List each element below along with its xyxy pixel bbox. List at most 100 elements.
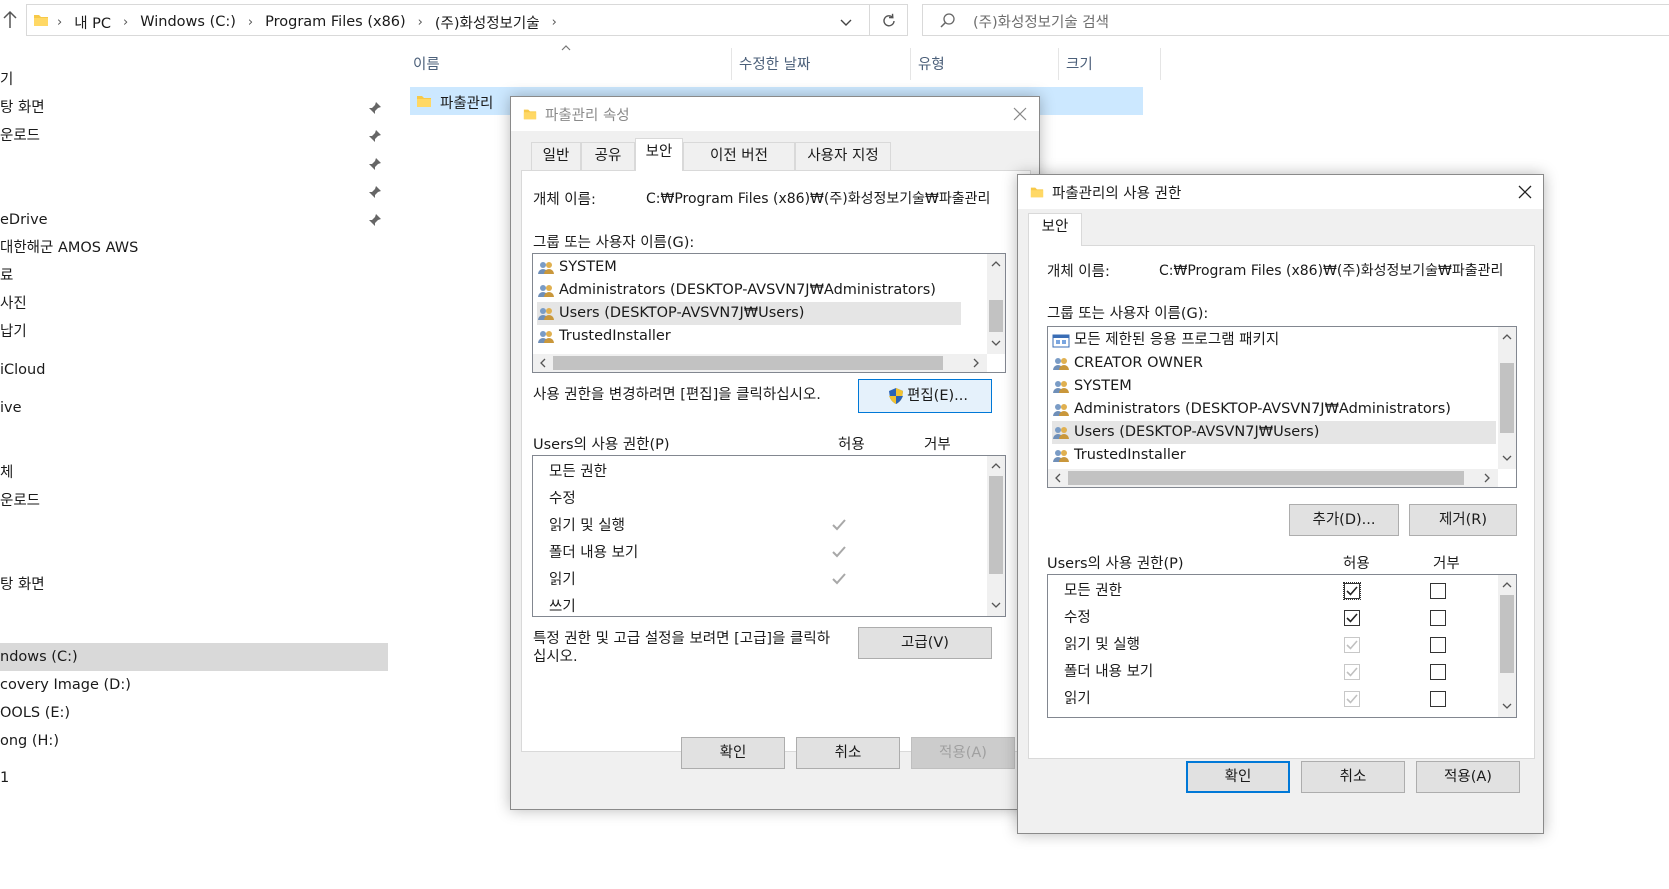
tab-general[interactable]: 일반	[531, 142, 581, 170]
chevron-down-icon[interactable]	[1500, 699, 1514, 713]
chevron-down-icon[interactable]	[989, 336, 1003, 350]
nav-item-desktop-2[interactable]: 탕 화면	[0, 571, 388, 599]
scroll-thumb[interactable]	[1500, 595, 1514, 673]
advanced-button[interactable]: 고급(V)	[858, 627, 992, 659]
nav-item[interactable]	[0, 599, 388, 627]
cancel-button[interactable]: 취소	[796, 737, 900, 769]
up-arrow-icon[interactable]	[0, 8, 20, 32]
chevron-right-icon[interactable]: ›	[248, 15, 253, 30]
nav-item-amos[interactable]: 대한해군 AMOS AWS	[0, 234, 388, 262]
dialog-title-bar[interactable]: 파출관리 속성	[511, 97, 1039, 131]
nav-item-onedrive[interactable]: eDrive	[0, 206, 388, 234]
nav-item-photos[interactable]: 사진	[0, 290, 388, 318]
chevron-right-icon[interactable]: ›	[418, 15, 423, 30]
ok-button[interactable]: 확인	[1186, 761, 1290, 793]
nav-item[interactable]	[0, 515, 388, 543]
list-item[interactable]: Administrators (DESKTOP-AVSVN7J₩Administ…	[1052, 398, 1496, 421]
vertical-scrollbar[interactable]	[1498, 575, 1516, 717]
user-list[interactable]: SYSTEM Administrators (DESKTOP-AVSVN7J₩A…	[532, 253, 1006, 373]
allow-checkbox[interactable]	[1343, 582, 1361, 600]
chevron-up-icon[interactable]	[989, 257, 1003, 271]
chevron-right-icon[interactable]	[969, 356, 983, 370]
breadcrumb-program-files[interactable]: Program Files (x86)	[265, 14, 406, 30]
allow-checkbox[interactable]	[1344, 610, 1360, 626]
allow-checkbox[interactable]	[1344, 691, 1360, 707]
add-button[interactable]: 추가(D)...	[1289, 504, 1399, 536]
scroll-thumb[interactable]	[989, 300, 1003, 332]
deny-checkbox[interactable]	[1430, 583, 1446, 599]
close-icon[interactable]	[1011, 105, 1029, 123]
list-item[interactable]: SYSTEM	[537, 256, 961, 279]
chevron-left-icon[interactable]	[1051, 471, 1065, 485]
nav-item[interactable]	[0, 150, 388, 178]
chevron-down-icon[interactable]	[989, 598, 1003, 612]
nav-item[interactable]	[0, 178, 388, 206]
ok-button[interactable]: 확인	[681, 737, 785, 769]
tab-security[interactable]: 보안	[1028, 213, 1082, 246]
tab-security[interactable]: 보안	[635, 138, 683, 171]
nav-item-drive-c[interactable]: ndows (C:)	[0, 643, 388, 671]
deny-checkbox[interactable]	[1430, 691, 1446, 707]
vertical-scrollbar[interactable]	[1498, 327, 1516, 469]
column-divider[interactable]	[731, 48, 732, 80]
list-item[interactable]: TrustedInstaller	[537, 325, 961, 348]
scroll-thumb[interactable]	[553, 356, 943, 370]
nav-item-downloads[interactable]: 운로드	[0, 122, 388, 150]
chevron-left-icon[interactable]	[536, 356, 550, 370]
nav-item-drive[interactable]: ive	[0, 394, 388, 422]
breadcrumb-windows-c[interactable]: Windows (C:)	[140, 14, 236, 30]
deny-checkbox[interactable]	[1430, 637, 1446, 653]
nav-item[interactable]: 1	[0, 764, 388, 792]
close-icon[interactable]	[1516, 183, 1534, 201]
nav-item[interactable]: 료	[0, 262, 388, 290]
chevron-right-icon[interactable]: ›	[552, 15, 557, 30]
horizontal-scrollbar[interactable]	[1048, 469, 1498, 487]
vertical-scrollbar[interactable]	[987, 456, 1005, 616]
breadcrumb-company-folder[interactable]: (주)화성정보기술	[435, 12, 540, 33]
tab-sharing[interactable]: 공유	[581, 142, 635, 170]
nav-item[interactable]: 체	[0, 459, 388, 487]
nav-item[interactable]: 기	[0, 66, 388, 94]
column-divider[interactable]	[910, 48, 911, 80]
list-item[interactable]: CREATOR OWNER	[1052, 352, 1496, 375]
column-header-modified[interactable]: 수정한 날짜	[739, 50, 810, 80]
user-list[interactable]: 모든 제한된 응용 프로그램 패키지 CREATOR OWNER SYSTEM …	[1047, 326, 1517, 488]
nav-item-drive-d[interactable]: covery Image (D:)	[0, 671, 388, 699]
list-item[interactable]: SYSTEM	[1052, 375, 1496, 398]
tab-customize[interactable]: 사용자 지정	[795, 142, 891, 170]
vertical-scrollbar[interactable]	[987, 254, 1005, 354]
edit-button[interactable]: 편집(E)...	[858, 379, 992, 413]
column-header-name[interactable]: 이름	[413, 50, 440, 80]
refresh-button[interactable]	[870, 4, 908, 36]
horizontal-scrollbar[interactable]	[533, 354, 987, 372]
chevron-up-icon[interactable]	[1500, 330, 1514, 344]
nav-item-downloads-2[interactable]: 운로드	[0, 487, 388, 515]
cancel-button[interactable]: 취소	[1301, 761, 1405, 793]
dialog-title-bar[interactable]: 파출관리의 사용 권한	[1018, 175, 1543, 209]
allow-checkbox[interactable]	[1344, 664, 1360, 680]
scroll-thumb[interactable]	[989, 476, 1003, 574]
apply-button[interactable]: 적용(A)	[911, 737, 1015, 769]
nav-item[interactable]	[0, 422, 388, 450]
column-divider[interactable]	[1058, 48, 1059, 80]
nav-item-desktop[interactable]: 탕 화면	[0, 94, 388, 122]
remove-button[interactable]: 제거(R)	[1409, 504, 1517, 536]
tab-previous-versions[interactable]: 이전 버전	[683, 142, 795, 170]
deny-checkbox[interactable]	[1430, 610, 1446, 626]
scroll-thumb[interactable]	[1068, 471, 1464, 485]
list-item[interactable]: 모든 제한된 응용 프로그램 패키지	[1052, 329, 1496, 352]
list-item-selected[interactable]: Users (DESKTOP-AVSVN7J₩Users)	[1052, 421, 1496, 444]
search-input[interactable]: (주)화성정보기술 검색	[922, 4, 1669, 36]
apply-button[interactable]: 적용(A)	[1416, 761, 1520, 793]
allow-checkbox[interactable]	[1344, 637, 1360, 653]
column-header-size[interactable]: 크기	[1066, 50, 1093, 80]
list-item-selected[interactable]: Users (DESKTOP-AVSVN7J₩Users)	[537, 302, 961, 325]
column-divider[interactable]	[1160, 48, 1161, 80]
chevron-up-icon[interactable]	[989, 459, 1003, 473]
breadcrumb-this-pc[interactable]: 내 PC	[74, 12, 111, 33]
nav-item-icloud[interactable]: iCloud	[0, 356, 388, 384]
column-header-type[interactable]: 유형	[918, 50, 945, 80]
chevron-up-icon[interactable]	[1500, 578, 1514, 592]
nav-item[interactable]: 납기	[0, 318, 388, 346]
chevron-right-icon[interactable]: ›	[123, 15, 128, 30]
